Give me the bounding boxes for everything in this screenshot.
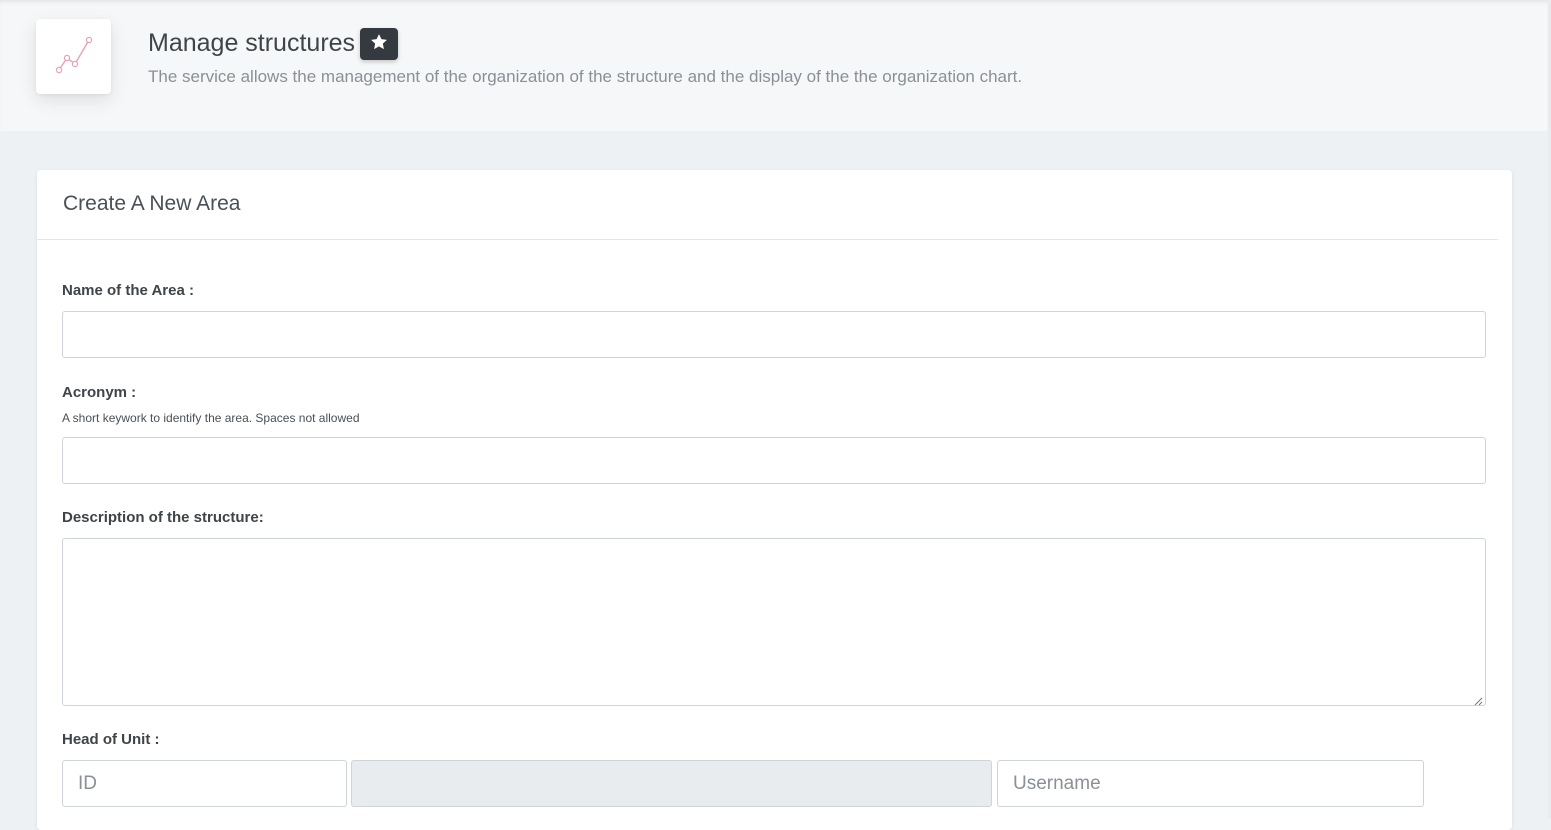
card-title: Create A New Area [63,192,241,215]
head-username-input[interactable] [997,760,1424,807]
acronym-label: Acronym : [62,384,137,401]
head-id-input[interactable] [62,760,347,807]
head-name-field [351,760,992,807]
card-header: Create A New Area [37,170,1498,240]
description-textarea[interactable] [62,538,1486,706]
area-name-label: Name of the Area : [62,282,194,299]
acronym-input[interactable] [62,437,1486,484]
app-icon-tile [36,19,111,94]
create-area-card: Create A New Area Name of the Area : Acr… [37,170,1512,830]
description-label: Description of the structure: [62,509,264,526]
resize-grip-icon[interactable] [1473,693,1483,706]
line-chart-icon [54,34,94,79]
acronym-help-text: A short keywork to identify the area. Sp… [62,411,360,425]
page-title: Manage structures [148,29,356,57]
page-header: Manage structures The service allows the… [0,0,1548,131]
area-name-input[interactable] [62,311,1486,358]
page-subtitle: The service allows the management of the… [148,67,1023,86]
favorite-button[interactable] [360,28,398,60]
star-icon [369,32,389,57]
head-of-unit-label: Head of Unit : [62,731,160,748]
